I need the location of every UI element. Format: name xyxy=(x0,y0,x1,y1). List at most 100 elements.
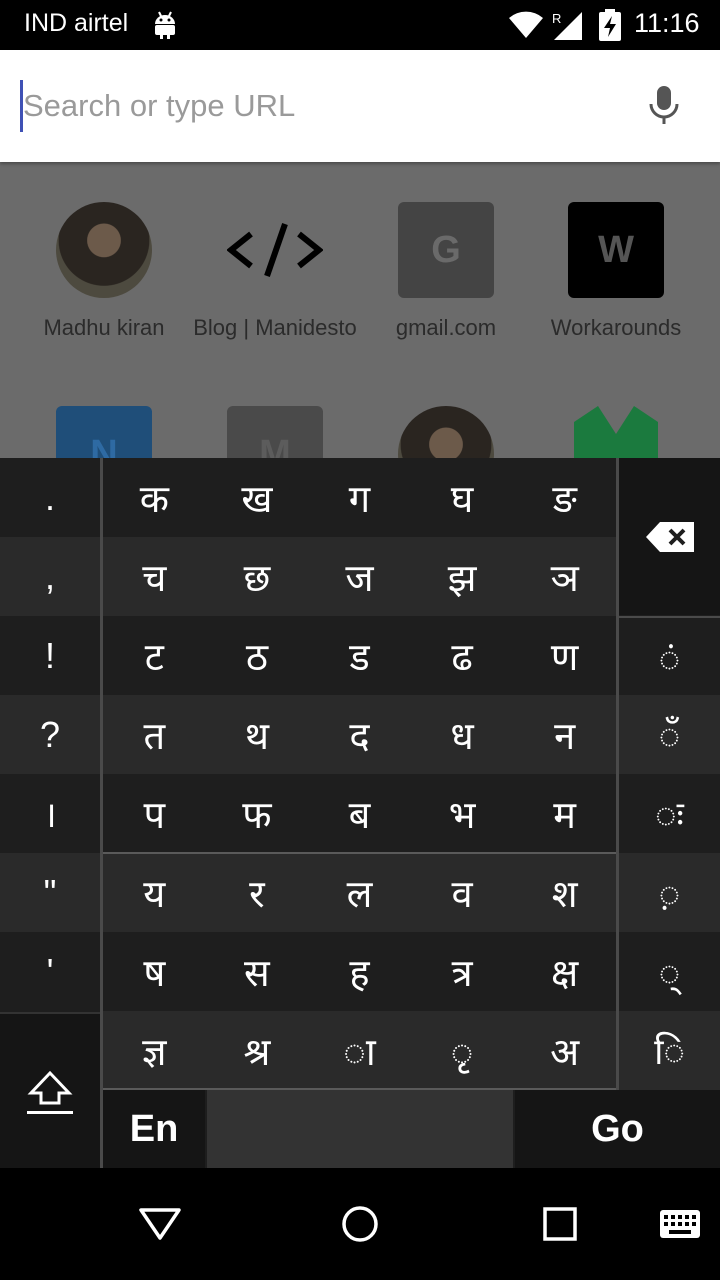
letter-key[interactable]: च xyxy=(103,537,206,616)
home-icon[interactable] xyxy=(330,1196,390,1252)
key-single-quote[interactable]: ' xyxy=(0,932,100,1011)
android-icon xyxy=(152,10,178,44)
key-row: ज्ञ श्र ◌ा ◌ृ अ xyxy=(103,1011,616,1090)
letter-key[interactable]: ल xyxy=(308,853,411,932)
recents-icon[interactable] xyxy=(530,1196,590,1252)
back-icon[interactable] xyxy=(130,1196,190,1252)
matra-key[interactable]: ◌ं xyxy=(619,616,720,697)
navigation-bar xyxy=(0,1168,720,1280)
key-comma[interactable]: , xyxy=(0,537,100,616)
tile-gmail[interactable]: G gmail.com xyxy=(361,202,531,344)
keyboard-bottom-row: En Go xyxy=(103,1090,720,1168)
letter-key[interactable]: य xyxy=(103,853,206,932)
signal-icon: R xyxy=(550,10,584,46)
status-bar: IND airtel R 11:16 xyxy=(0,0,720,50)
letter-key[interactable]: ध xyxy=(411,695,514,774)
key-row: ट ठ ड ढ ण xyxy=(103,616,616,695)
letter-key[interactable]: ङ xyxy=(513,458,616,537)
letter-key[interactable]: ज xyxy=(308,537,411,616)
letter-key[interactable]: छ xyxy=(206,537,309,616)
letter-key[interactable]: न xyxy=(513,695,616,774)
key-row: य र ल व श xyxy=(103,853,616,932)
letter-key[interactable]: ख xyxy=(206,458,309,537)
letter-key[interactable]: ◌ा xyxy=(308,1011,411,1090)
matra-key[interactable]: ◌ँ xyxy=(619,695,720,774)
tile-label: Madhu kiran xyxy=(43,315,165,340)
letter-key[interactable]: क xyxy=(103,458,206,537)
key-row: त थ द ध न xyxy=(103,695,616,774)
tile-madhu-kiran[interactable]: Madhu kiran xyxy=(19,202,189,344)
tile-label: gmail.com xyxy=(395,315,497,340)
key-question[interactable]: ? xyxy=(0,695,100,774)
letter-key[interactable]: थ xyxy=(206,695,309,774)
most-visited-tiles: Madhu kiran Blog | Manidesto G gmail.com… xyxy=(0,162,720,458)
matra-key[interactable]: ◌ः xyxy=(619,774,720,853)
tile-workarounds[interactable]: W Workarounds xyxy=(531,202,701,344)
letter-key[interactable]: द xyxy=(308,695,411,774)
matra-key[interactable]: ◌़ xyxy=(619,853,720,932)
letter-key[interactable]: अ xyxy=(513,1011,616,1090)
space-key[interactable] xyxy=(207,1090,513,1168)
key-exclamation[interactable]: ! xyxy=(0,616,100,695)
key-row: प फ ब भ म xyxy=(103,774,616,853)
letter-key[interactable]: ण xyxy=(513,616,616,695)
carrier-name: IND airtel xyxy=(24,9,129,37)
letter-key[interactable]: ब xyxy=(308,774,411,853)
letter-key[interactable]: श xyxy=(513,853,616,932)
letter-key[interactable]: त्र xyxy=(411,932,514,1011)
tile-letter-icon: G xyxy=(398,202,494,298)
tile-avatar-2[interactable] xyxy=(361,406,531,458)
keyboard-icon[interactable] xyxy=(650,1196,710,1252)
keyboard: . , ! ? । " ' क ख ग घ ङ च छ ज झ ञ ट ठ ड … xyxy=(0,458,720,1170)
tile-n[interactable]: N xyxy=(19,406,189,458)
letter-key[interactable]: ग xyxy=(308,458,411,537)
letter-key[interactable]: प xyxy=(103,774,206,853)
letter-key[interactable]: म xyxy=(513,774,616,853)
green-logo-icon xyxy=(568,406,664,458)
letter-key[interactable]: र xyxy=(206,853,309,932)
letter-key[interactable]: ढ xyxy=(411,616,514,695)
letter-key[interactable]: ज्ञ xyxy=(103,1011,206,1090)
letter-key[interactable]: व xyxy=(411,853,514,932)
shift-key[interactable] xyxy=(0,1012,100,1170)
search-input[interactable] xyxy=(20,80,623,132)
letter-key[interactable]: ◌ृ xyxy=(411,1011,514,1090)
tile-letter-icon: W xyxy=(568,202,664,298)
backspace-icon xyxy=(645,521,694,552)
key-row: ष स ह त्र क्ष xyxy=(103,932,616,1011)
letter-key[interactable]: ष xyxy=(103,932,206,1011)
key-row: च छ ज झ ञ xyxy=(103,537,616,616)
mic-icon[interactable] xyxy=(646,84,682,132)
letter-key[interactable]: फ xyxy=(206,774,309,853)
key-double-quote[interactable]: " xyxy=(0,853,100,932)
letter-key[interactable]: ट xyxy=(103,616,206,695)
letter-key[interactable]: भ xyxy=(411,774,514,853)
tile-m[interactable]: M xyxy=(190,406,360,458)
letter-key[interactable]: त xyxy=(103,695,206,774)
go-key[interactable]: Go xyxy=(515,1090,720,1168)
letter-key[interactable]: श्र xyxy=(206,1011,309,1090)
tile-label: Blog | Manidesto xyxy=(193,315,357,340)
letter-key[interactable]: ड xyxy=(308,616,411,695)
letter-key[interactable]: ह xyxy=(308,932,411,1011)
key-danda[interactable]: । xyxy=(0,774,100,853)
letter-key[interactable]: झ xyxy=(411,537,514,616)
tile-label: Workarounds xyxy=(550,315,682,340)
backspace-key[interactable] xyxy=(619,458,720,615)
matra-key[interactable]: ◌् xyxy=(619,932,720,1011)
key-row: क ख ग घ ङ xyxy=(103,458,616,537)
letter-key[interactable]: ञ xyxy=(513,537,616,616)
avatar xyxy=(398,406,494,458)
key-period[interactable]: . xyxy=(0,458,100,537)
matra-column: ◌ं ◌ँ ◌ः ◌़ ◌् ◌ि xyxy=(619,458,720,1090)
letter-key[interactable]: घ xyxy=(411,458,514,537)
letter-key[interactable]: स xyxy=(206,932,309,1011)
matra-key[interactable]: ◌ि xyxy=(619,1011,720,1090)
letter-key[interactable]: क्ष xyxy=(513,932,616,1011)
letter-key[interactable]: ठ xyxy=(206,616,309,695)
language-switch-key[interactable]: En xyxy=(103,1090,205,1168)
tile-blog-manidesto[interactable]: Blog | Manidesto xyxy=(190,202,360,344)
tile-green-logo[interactable] xyxy=(531,406,701,458)
tile-letter-icon: N xyxy=(56,406,152,458)
tile-letter-icon: M xyxy=(227,406,323,458)
